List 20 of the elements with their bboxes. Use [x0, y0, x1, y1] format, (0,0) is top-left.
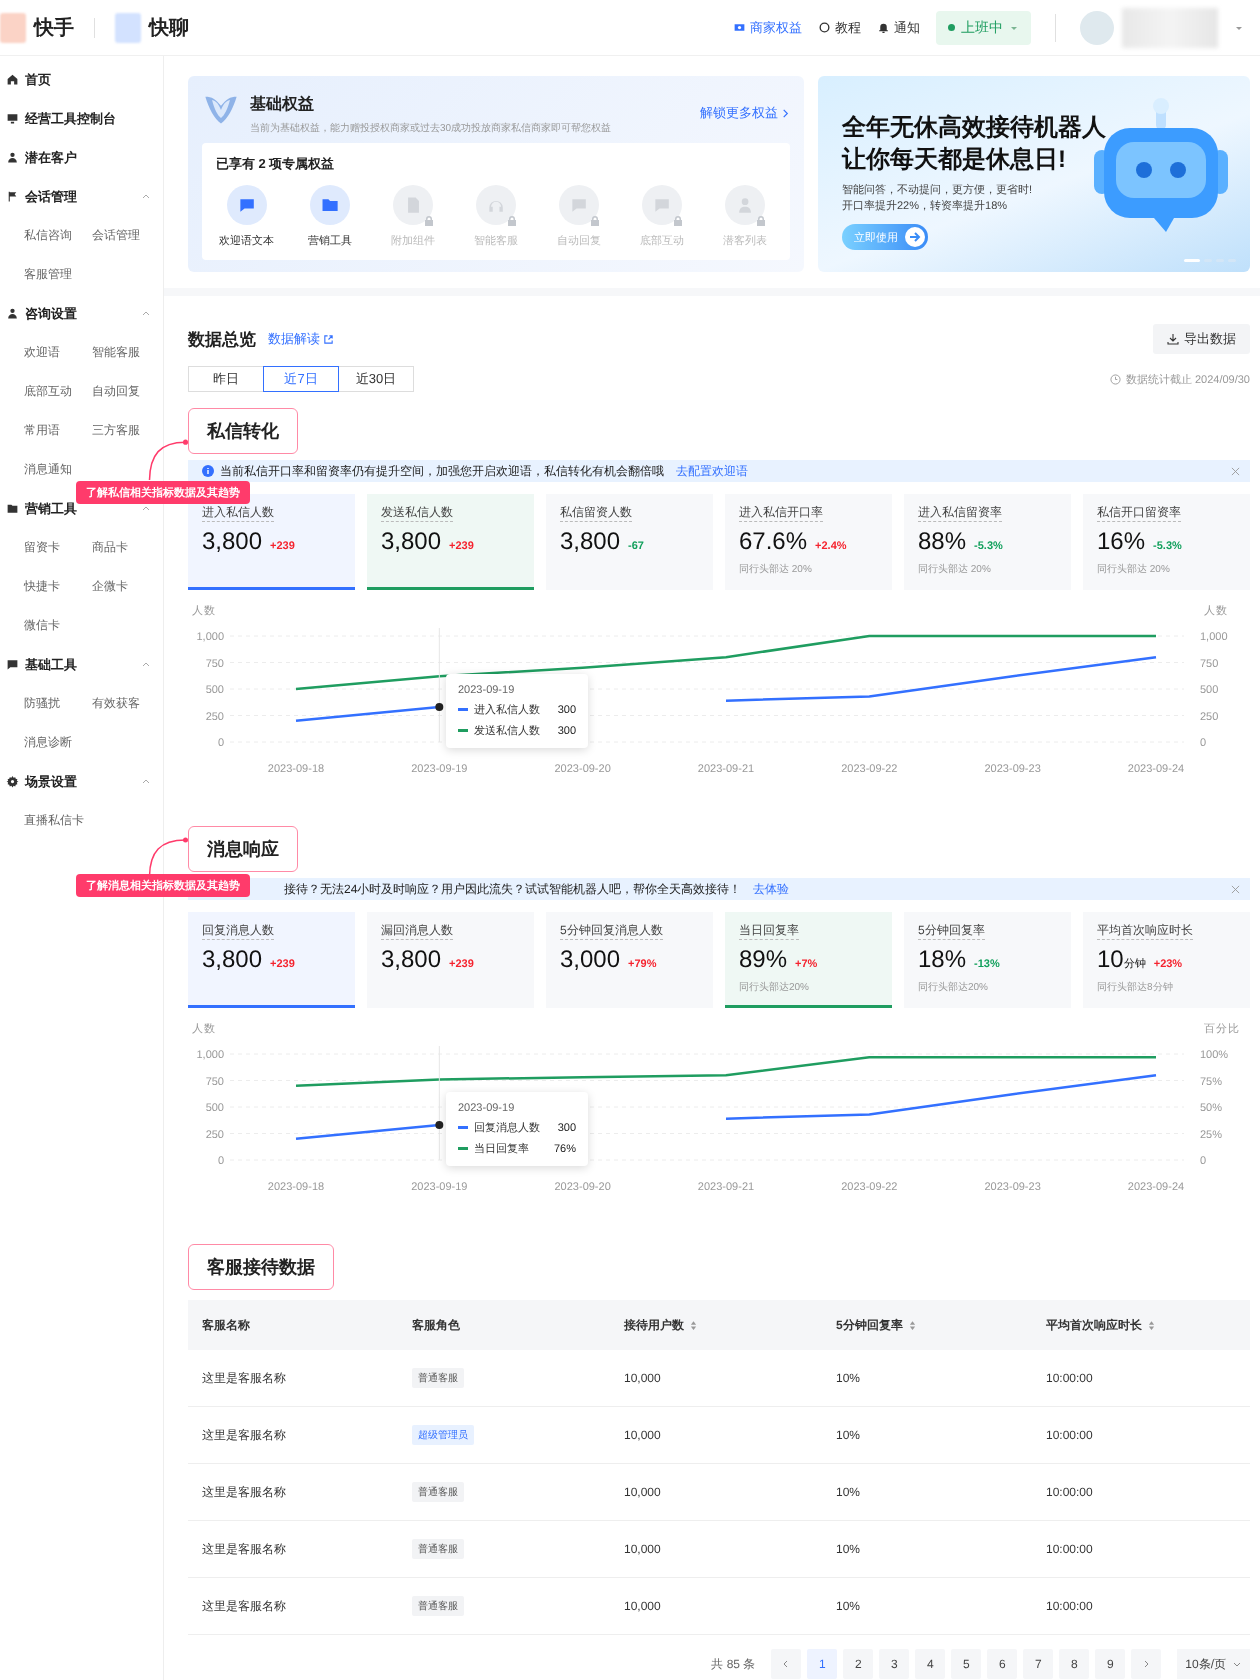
- metric-value: 3,800: [202, 528, 263, 556]
- metric-value: 88%: [918, 528, 967, 556]
- section-title: 消息响应: [188, 826, 298, 872]
- metric-value: 18%: [918, 946, 967, 974]
- metric-value: 3,800: [202, 946, 263, 974]
- brand-name: 快聊: [149, 15, 189, 41]
- benefits-title: 基础权益: [250, 94, 316, 115]
- brand-name: 快手: [34, 15, 74, 41]
- metric-value: 67.6%: [739, 528, 808, 556]
- metric-value: 3,800: [560, 528, 621, 556]
- metric-value: 16%: [1097, 528, 1146, 556]
- banner-headline: 让你每天都是休息日!: [842, 144, 1068, 176]
- metric-value: 3,800: [381, 946, 442, 974]
- metric-value: 89%: [739, 946, 788, 974]
- banner-headline: 全年无休高效接待机器人: [842, 112, 1106, 144]
- section-title: 客服接待数据: [188, 1244, 334, 1290]
- section-title: 私信转化: [188, 408, 298, 454]
- metric-value: 3,000: [560, 946, 621, 974]
- overview-title: 数据总览: [188, 327, 256, 351]
- metric-value: 3,800: [381, 528, 442, 556]
